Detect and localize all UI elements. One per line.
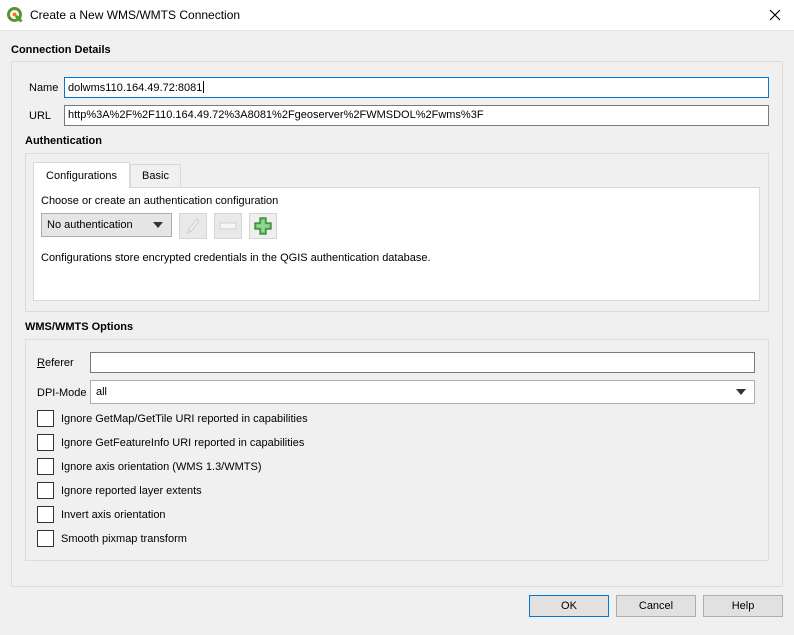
url-value: http%3A%2F%2F110.164.49.72%3A8081%2Fgeos… <box>68 109 484 121</box>
checkbox-box[interactable] <box>37 410 54 427</box>
referer-label: Referer <box>37 357 74 369</box>
config-info-text: Configurations store encrypted credentia… <box>41 252 431 264</box>
minus-icon <box>219 222 237 230</box>
checkbox-invert-axis[interactable]: Invert axis orientation <box>37 506 166 523</box>
close-icon <box>769 9 781 21</box>
url-label: URL <box>29 110 52 122</box>
auth-config-select[interactable]: No authentication <box>41 213 172 237</box>
name-input[interactable]: dolwms110.164.49.72:8081 <box>64 77 769 98</box>
pencil-icon <box>187 218 200 235</box>
chevron-down-icon <box>153 222 163 228</box>
checkbox-ignore-getmap[interactable]: Ignore GetMap/GetTile URI reported in ca… <box>37 410 308 427</box>
tab-configurations[interactable]: Configurations <box>33 162 130 188</box>
name-label: Name <box>29 82 59 94</box>
options-heading: WMS/WMTS Options <box>25 321 134 333</box>
name-value: dolwms110.164.49.72:8081 <box>68 82 203 94</box>
checkbox-ignore-axis-orientation[interactable]: Ignore axis orientation (WMS 1.3/WMTS) <box>37 458 262 475</box>
chevron-down-icon <box>736 389 746 395</box>
checkbox-box[interactable] <box>37 506 54 523</box>
tab-basic[interactable]: Basic <box>130 164 181 187</box>
ok-button[interactable]: OK <box>529 595 609 617</box>
cancel-button[interactable]: Cancel <box>616 595 696 617</box>
qgis-icon <box>7 7 23 23</box>
add-config-button[interactable] <box>249 213 277 239</box>
authentication-heading: Authentication <box>25 135 102 147</box>
checkbox-ignore-getfeatureinfo[interactable]: Ignore GetFeatureInfo URI reported in ca… <box>37 434 304 451</box>
checkbox-ignore-layer-extents[interactable]: Ignore reported layer extents <box>37 482 202 499</box>
title-bar: Create a New WMS/WMTS Connection <box>0 0 794 31</box>
dpi-mode-label: DPI-Mode <box>37 387 87 399</box>
plus-icon <box>254 217 272 235</box>
checkbox-box[interactable] <box>37 482 54 499</box>
checkbox-box[interactable] <box>37 458 54 475</box>
choose-config-text: Choose or create an authentication confi… <box>41 195 279 207</box>
connection-details-heading: Connection Details <box>11 44 111 56</box>
help-button[interactable]: Help <box>703 595 783 617</box>
checkbox-box[interactable] <box>37 434 54 451</box>
window-title: Create a New WMS/WMTS Connection <box>30 8 241 22</box>
close-button[interactable] <box>762 3 788 27</box>
referer-input[interactable] <box>90 352 755 373</box>
url-input[interactable]: http%3A%2F%2F110.164.49.72%3A8081%2Fgeos… <box>64 105 769 126</box>
dpi-mode-select[interactable]: all <box>90 380 755 404</box>
checkbox-smooth-pixmap[interactable]: Smooth pixmap transform <box>37 530 187 547</box>
checkbox-box[interactable] <box>37 530 54 547</box>
edit-config-button[interactable] <box>179 213 207 239</box>
remove-config-button[interactable] <box>214 213 242 239</box>
